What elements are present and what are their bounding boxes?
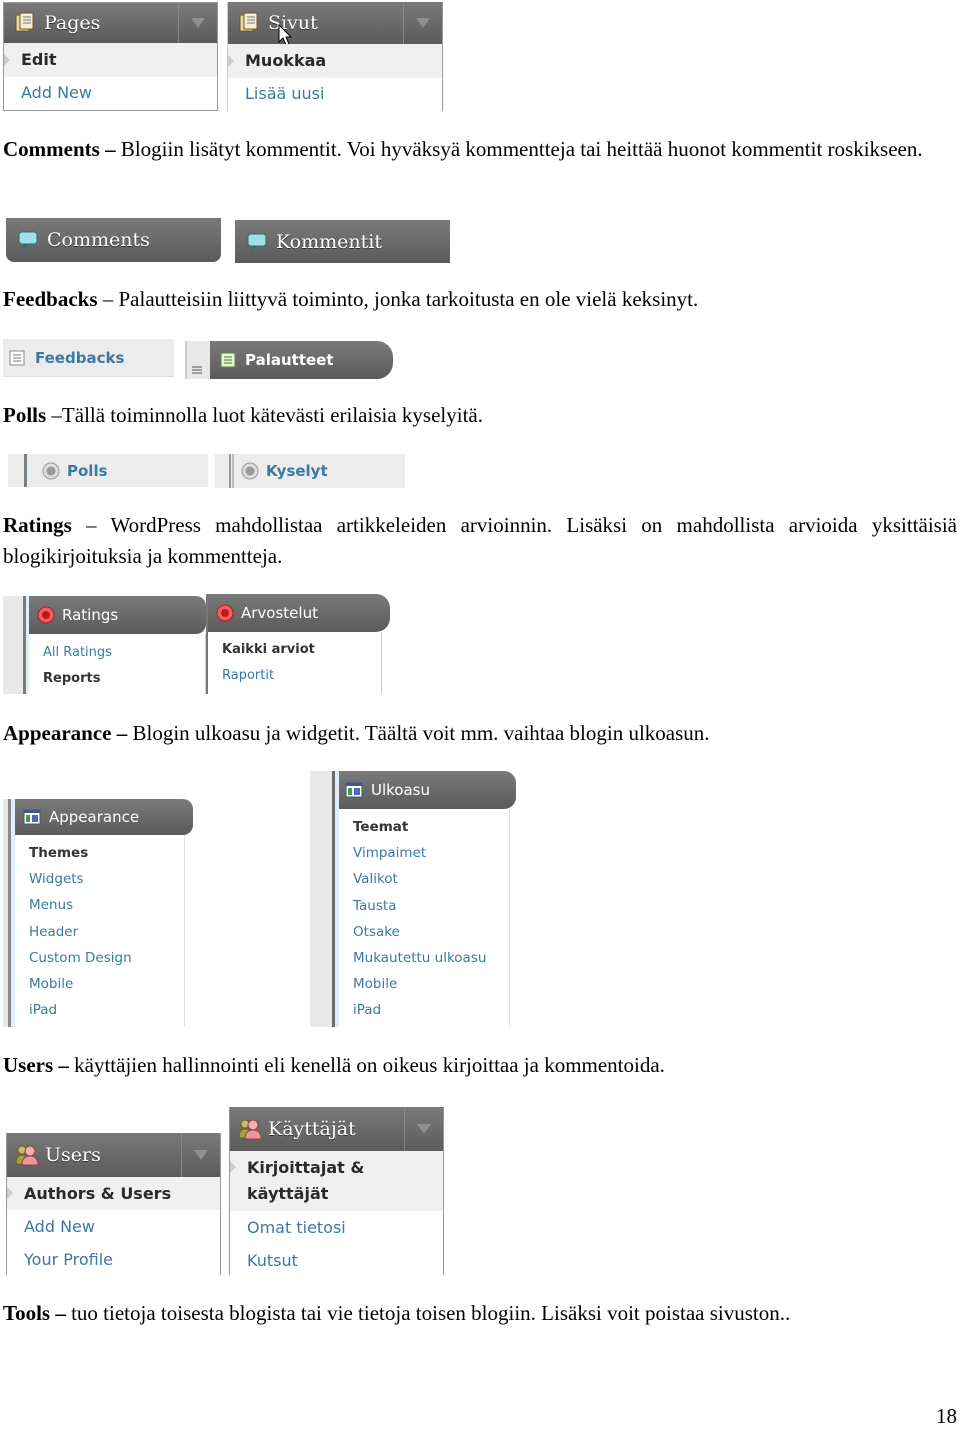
- page-number: 18: [936, 1404, 957, 1428]
- poll-radio-icon: [241, 462, 259, 480]
- appearance-menu-item[interactable]: Custom Design: [15, 946, 184, 970]
- ratings-menu-item-reports[interactable]: Raportit: [208, 664, 381, 688]
- users-menu-item-authors-users[interactable]: Kirjoittajat & käyttäjät: [230, 1151, 443, 1211]
- pages-menu-fi: Sivut Muokkaa Lisää uusi: [227, 2, 443, 111]
- users-menu-fi: Käyttäjät Kirjoittajat & käyttäjät Omat t…: [229, 1107, 444, 1275]
- users-menu-header[interactable]: Käyttäjät: [230, 1107, 443, 1151]
- pages-menu-en: Pages Edit Add New: [3, 2, 218, 111]
- chevron-down-icon: [417, 1124, 431, 1134]
- pages-menu-toggle[interactable]: [403, 2, 442, 44]
- users-menu-item-authors-users[interactable]: Authors & Users: [7, 1177, 220, 1210]
- poll-radio-icon: [42, 462, 60, 479]
- paragraph-ratings: Ratings – WordPress mahdollistaa artikke…: [3, 513, 957, 568]
- paragraph-feedbacks: Feedbacks – Palautteisiin liittyvä toimi…: [3, 287, 699, 311]
- paragraph-appearance: Appearance – Blogin ulkoasu ja widgetit.…: [3, 721, 710, 745]
- appearance-menu-item[interactable]: Header: [15, 920, 184, 944]
- chevron-down-icon: [191, 18, 205, 28]
- appearance-menu-header[interactable]: Ulkoasu: [339, 771, 516, 809]
- ratings-menu-header[interactable]: Arvostelut: [208, 594, 390, 632]
- collapse-menu-icon: [192, 366, 202, 374]
- pages-menu-title: Pages: [44, 12, 101, 34]
- users-menu-item-your-profile[interactable]: Your Profile: [7, 1243, 220, 1276]
- users-menu-item-invites[interactable]: Kutsut: [230, 1244, 443, 1277]
- comments-menu-fi[interactable]: Kommentit: [235, 220, 450, 263]
- users-menu-item-add-new[interactable]: Add New: [7, 1210, 220, 1243]
- current-indicator-icon: [4, 54, 10, 66]
- ratings-menu-title: Ratings: [62, 606, 119, 624]
- appearance-menu-item[interactable]: Vimpaimet: [339, 841, 509, 865]
- pages-menu-item-edit[interactable]: Muokkaa: [228, 44, 442, 78]
- appearance-menu-item[interactable]: iPad: [15, 998, 184, 1022]
- appearance-menu-item[interactable]: iPad: [339, 998, 509, 1022]
- ratings-menu-title: Arvostelut: [241, 604, 318, 622]
- paragraph-comments: Comments – Blogiin lisätyt kommentit. Vo…: [3, 137, 923, 161]
- appearance-menu-header[interactable]: Appearance: [15, 799, 193, 835]
- appearance-menu-item[interactable]: Widgets: [15, 867, 184, 891]
- comment-bubble-icon: [18, 231, 38, 249]
- appearance-menu-item[interactable]: Menus: [15, 893, 184, 917]
- users-icon: [238, 1119, 262, 1140]
- appearance-menu-item[interactable]: Themes: [15, 841, 184, 865]
- current-indicator-icon: [7, 1187, 13, 1199]
- polls-menu-title: Polls: [67, 461, 108, 480]
- appearance-menu-en: Appearance Themes Widgets Menus Header Custo…: [3, 799, 193, 1027]
- pages-icon: [239, 12, 258, 32]
- comments-menu-title: Kommentit: [276, 230, 382, 253]
- chevron-down-icon: [194, 1150, 208, 1160]
- feedbacks-menu-fi[interactable]: Palautteet: [185, 341, 393, 379]
- appearance-menu-item[interactable]: Mukautettu ulkoasu: [339, 946, 509, 970]
- current-indicator-icon: [230, 1161, 236, 1173]
- users-menu-toggle[interactable]: [181, 1133, 220, 1177]
- ratings-menu-item-all-ratings[interactable]: All Ratings: [29, 641, 205, 665]
- pages-menu-toggle[interactable]: [178, 3, 217, 43]
- appearance-menu-item[interactable]: Mobile: [339, 972, 509, 996]
- appearance-menu-title: Appearance: [49, 808, 140, 826]
- appearance-menu-item[interactable]: Mobile: [15, 972, 184, 996]
- rating-record-icon: [37, 606, 55, 624]
- feedbacks-menu-en[interactable]: Feedbacks: [3, 339, 174, 377]
- polls-menu-title: Kyselyt: [266, 462, 328, 480]
- ratings-menu-fi: Arvostelut Kaikki arviot Raportit: [206, 594, 390, 694]
- paragraph-polls: Polls –Tällä toiminnolla luot kätevästi …: [3, 403, 483, 427]
- feedback-form-icon: [9, 350, 25, 365]
- users-menu-title: Käyttäjät: [268, 1118, 356, 1140]
- comments-menu-title: Comments: [47, 229, 150, 251]
- feedbacks-menu-title: Feedbacks: [35, 348, 125, 367]
- pages-menu-item-edit[interactable]: Edit: [4, 43, 217, 77]
- rating-record-icon: [216, 604, 234, 622]
- paragraph-users: Users – käyttäjien hallinnointi eli kene…: [3, 1053, 665, 1077]
- feedbacks-menu-title: Palautteet: [245, 351, 334, 369]
- appearance-menu-title: Ulkoasu: [371, 781, 430, 799]
- ratings-menu-header[interactable]: Ratings: [29, 596, 206, 634]
- appearance-menu-fi: Ulkoasu Teemat Vimpaimet Valikot Tausta Otsa…: [310, 771, 516, 1027]
- paragraph-tools: Tools – tuo tietoja toisesta blogista ta…: [3, 1301, 791, 1325]
- users-menu-title: Users: [45, 1144, 101, 1166]
- chevron-down-icon: [416, 18, 430, 28]
- users-menu-header[interactable]: Users: [7, 1133, 220, 1177]
- pages-menu-header[interactable]: Sivut: [228, 2, 442, 46]
- users-menu-item-your-profile[interactable]: Omat tietosi: [230, 1211, 443, 1244]
- polls-menu-fi[interactable]: Kyselyt: [215, 454, 405, 488]
- appearance-layout-icon: [345, 782, 363, 798]
- pages-menu-item-add-new[interactable]: Lisää uusi: [228, 78, 442, 110]
- pages-menu-header[interactable]: Pages: [4, 3, 217, 43]
- ratings-menu-en: Ratings All Ratings Reports: [3, 596, 206, 694]
- ratings-menu-item-all-ratings[interactable]: Kaikki arviot: [208, 638, 381, 662]
- current-indicator-icon: [228, 55, 234, 67]
- comments-menu-en[interactable]: Comments: [6, 218, 221, 262]
- polls-menu-en[interactable]: Polls: [8, 454, 208, 487]
- users-menu-toggle[interactable]: [404, 1107, 443, 1151]
- appearance-menu-item[interactable]: Otsake: [339, 920, 509, 944]
- users-icon: [15, 1145, 39, 1166]
- appearance-menu-item[interactable]: Tausta: [339, 894, 509, 918]
- comment-bubble-icon: [247, 233, 267, 251]
- users-menu-en: Users Authors & Users Add New Your Profi…: [6, 1133, 221, 1275]
- ratings-menu-item-reports[interactable]: Reports: [29, 667, 205, 691]
- pages-menu-item-add-new[interactable]: Add New: [4, 77, 217, 109]
- feedback-form-icon: [220, 352, 236, 368]
- appearance-menu-item[interactable]: Valikot: [339, 867, 509, 891]
- appearance-layout-icon: [23, 809, 41, 825]
- pages-icon: [15, 12, 34, 32]
- appearance-menu-item[interactable]: Teemat: [339, 815, 509, 839]
